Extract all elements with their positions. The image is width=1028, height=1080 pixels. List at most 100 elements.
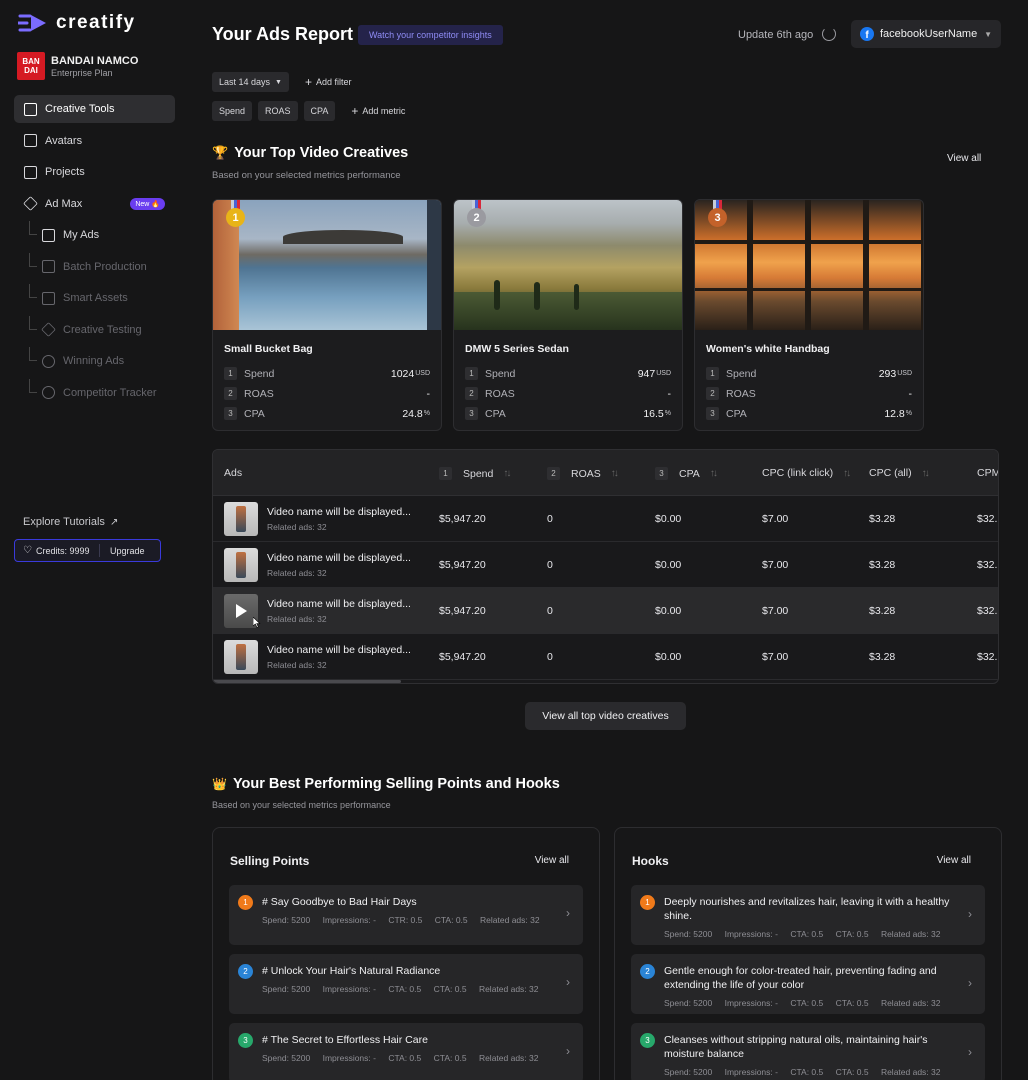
sort-icon[interactable]: ↑↓: [710, 468, 718, 479]
rank-badge: 1: [238, 895, 253, 910]
table-row[interactable]: Video name will be displayed... Related …: [213, 542, 998, 588]
col-cpa[interactable]: 3 CPA ↑↓: [655, 467, 718, 480]
table-row[interactable]: Video name will be displayed... Related …: [213, 634, 998, 680]
sidebar-nav: Creative Tools Avatars Projects Ad Max N…: [14, 95, 175, 410]
metric-index: 1: [465, 367, 478, 380]
meta-impressions: Impressions: -: [322, 984, 376, 994]
sidebar-item-winning-ads[interactable]: Winning Ads: [14, 347, 175, 375]
selling-points-view-all[interactable]: View all: [535, 855, 569, 866]
sidebar-item-competitor-tracker[interactable]: Competitor Tracker: [14, 378, 175, 407]
top-creatives-title: 🏆 Your Top Video Creatives: [212, 145, 408, 161]
folder-icon: [24, 165, 37, 179]
credits-bar: ♡ Credits: 9999 Upgrade: [14, 539, 161, 562]
col-roas[interactable]: 2 ROAS ↑↓: [547, 467, 619, 480]
org-plan: Enterprise Plan: [51, 67, 113, 78]
metric-index: 2: [224, 387, 237, 400]
rank-number: 2: [467, 208, 486, 227]
date-range-label: Last 14 days: [219, 77, 271, 87]
hooks-view-all[interactable]: View all: [937, 855, 971, 866]
tree-connector: [29, 284, 37, 298]
col-cpm[interactable]: CPM: [977, 467, 998, 479]
refresh-icon[interactable]: [822, 27, 836, 41]
sort-icon[interactable]: ↑↓: [922, 468, 930, 479]
view-all-creatives-button[interactable]: View all top video creatives: [525, 702, 686, 730]
rank-medal-icon: 1: [226, 200, 245, 228]
best-performing-subtitle: Based on your selected metrics performan…: [212, 800, 391, 810]
sort-icon[interactable]: ↑↓: [843, 468, 851, 479]
hook-title: Gentle enough for color-treated hair, pr…: [664, 965, 937, 991]
meta-spend: Spend: 5200: [262, 984, 311, 994]
table-row[interactable]: Video name will be displayed... Related …: [213, 496, 998, 542]
creative-metric-roas: 2 ROAS -: [224, 387, 430, 400]
hook-item[interactable]: 3 Cleanses without stripping natural oil…: [631, 1023, 985, 1080]
metric-label: CPA: [726, 407, 747, 420]
sidebar-item-projects[interactable]: Projects: [14, 158, 175, 186]
metric-value: -: [667, 387, 672, 400]
heart-icon: ♡: [23, 545, 32, 556]
meta-cta: CTA: 0.5: [835, 1067, 869, 1077]
metric-chip-roas[interactable]: ROAS: [258, 101, 298, 121]
rank-badge: 3: [640, 1033, 655, 1048]
sidebar-item-creative-tools[interactable]: Creative Tools: [14, 95, 175, 123]
account-select[interactable]: f facebookUserName ▼: [851, 20, 1001, 48]
creative-card[interactable]: 1 Small Bucket Bag 1 Spend 1024 USD 2 RO…: [212, 199, 442, 431]
top-creatives-view-all[interactable]: View all: [947, 153, 981, 164]
hook-title: Deeply nourishes and revitalizes hair, l…: [664, 896, 950, 922]
selling-point-item[interactable]: 3 # The Secret to Effortless Hair Care S…: [229, 1023, 583, 1080]
cell-cpa: $0.00: [655, 651, 682, 663]
add-filter-button[interactable]: + Add filter: [305, 75, 352, 89]
creative-card[interactable]: 3 Women's white Handbag 1 Spend 293 USD …: [694, 199, 924, 431]
competitor-insights-button[interactable]: Watch your competitor insights: [358, 25, 503, 45]
sidebar-item-my-ads[interactable]: My Ads: [14, 221, 175, 249]
video-thumbnail: [224, 548, 258, 582]
date-range-select[interactable]: Last 14 days ▼: [212, 72, 289, 92]
metric-chip-spend[interactable]: Spend: [212, 101, 253, 121]
metric-value: 24.8: [402, 407, 423, 420]
related-ads: Related ads: 32: [267, 614, 327, 624]
creative-card[interactable]: 2 DMW 5 Series Sedan 1 Spend 947 USD 2 R…: [453, 199, 683, 431]
chevron-right-icon: ›: [968, 907, 972, 921]
creative-metric-roas: 2 ROAS -: [706, 387, 912, 400]
table-header: Ads 1 Spend ↑↓ 2 ROAS ↑↓ 3 CPA ↑↓ CPC (l…: [213, 450, 998, 496]
creative-thumbnail: [213, 200, 441, 330]
col-cpc-link[interactable]: CPC (link click) ↑↓: [762, 467, 851, 479]
sidebar-item-batch-production[interactable]: Batch Production: [14, 252, 175, 281]
metric-chip-cpa[interactable]: CPA: [303, 101, 336, 121]
sidebar-item-ad-max[interactable]: Ad Max New 🔥: [14, 190, 175, 218]
col-cpc-all[interactable]: CPC (all) ↑↓: [869, 467, 930, 479]
sort-icon[interactable]: ↑↓: [503, 468, 511, 479]
creative-name: Women's white Handbag: [706, 343, 830, 355]
col-spend[interactable]: 1 Spend ↑↓: [439, 467, 511, 480]
table-row[interactable]: Video name will be displayed... Related …: [213, 588, 998, 634]
play-icon[interactable]: [236, 604, 247, 618]
chevron-right-icon: ›: [566, 1044, 570, 1058]
meta-related: Related ads: 32: [480, 915, 540, 925]
sidebar-item-creative-testing[interactable]: Creative Testing: [14, 315, 175, 344]
metric-label: ROAS: [485, 387, 515, 400]
sort-icon[interactable]: ↑↓: [611, 468, 619, 479]
selling-point-item[interactable]: 1 # Say Goodbye to Bad Hair Days Spend: …: [229, 885, 583, 945]
creative-metric-cpa: 3 CPA 24.8 %: [224, 407, 430, 420]
selling-point-title: # The Secret to Effortless Hair Care: [262, 1034, 428, 1046]
selling-point-item[interactable]: 2 # Unlock Your Hair's Natural Radiance …: [229, 954, 583, 1014]
add-metric-button[interactable]: + Add metric: [351, 104, 405, 118]
grid-icon: [42, 260, 55, 273]
org-switcher[interactable]: BAN DAI BANDAI NAMCO Enterprise Plan: [17, 52, 138, 80]
sidebar-item-avatars[interactable]: Avatars: [14, 127, 175, 155]
creative-thumbnail: [695, 200, 923, 330]
explore-tutorials-link[interactable]: Explore Tutorials ↗: [23, 516, 118, 528]
video-thumbnail: [224, 502, 258, 536]
hook-item[interactable]: 2 Gentle enough for color-treated hair, …: [631, 954, 985, 1014]
horizontal-scrollbar[interactable]: [213, 680, 401, 683]
creative-metric-spend: 1 Spend 293 USD: [706, 367, 912, 380]
meta-impressions: Impressions: -: [724, 929, 778, 939]
hooks-panel: Hooks View all 1 Deeply nourishes and re…: [614, 827, 1002, 1080]
sidebar-item-smart-assets[interactable]: Smart Assets: [14, 284, 175, 312]
page-title: Your Ads Report: [212, 24, 354, 44]
hook-item[interactable]: 1 Deeply nourishes and revitalizes hair,…: [631, 885, 985, 945]
selling-point-title: # Unlock Your Hair's Natural Radiance: [262, 965, 441, 977]
meta-impressions: Impressions: -: [724, 998, 778, 1008]
upgrade-button[interactable]: Upgrade: [100, 546, 145, 556]
app-logo[interactable]: creatify: [18, 12, 136, 34]
cell-spend: $5,947.20: [439, 651, 486, 663]
